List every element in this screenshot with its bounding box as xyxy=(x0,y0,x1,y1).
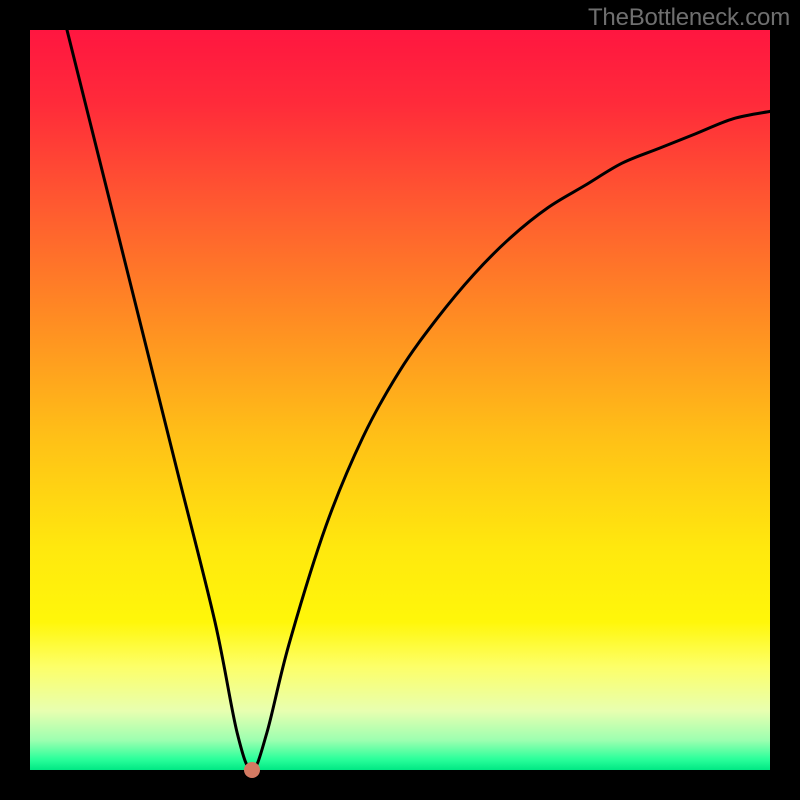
optimum-marker xyxy=(244,762,260,778)
bottleneck-curve xyxy=(30,30,770,770)
chart-frame xyxy=(30,30,770,770)
watermark-label: TheBottleneck.com xyxy=(588,4,790,32)
